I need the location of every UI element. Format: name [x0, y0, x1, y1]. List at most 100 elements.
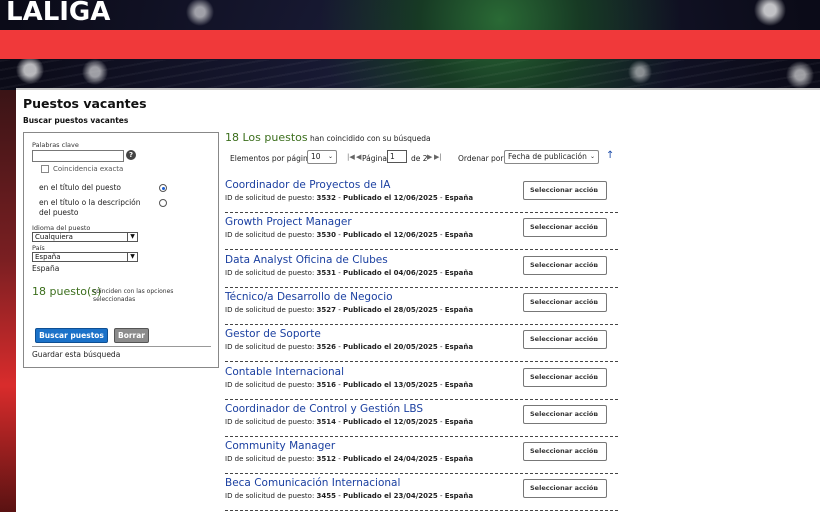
job-title-link[interactable]: Coordinador de Control y Gestión LBS — [225, 403, 423, 415]
job-title-link[interactable]: Data Analyst Oficina de Clubes — [225, 254, 388, 266]
chevron-down-icon: ⌄ — [593, 409, 599, 418]
job-id: 3527 — [316, 305, 337, 314]
job-title-link[interactable]: Growth Project Manager — [225, 216, 352, 228]
select-action-button[interactable]: Seleccionar acción ⌄ — [523, 330, 607, 350]
job-id: 3531 — [316, 268, 337, 277]
page-of: de 2 — [411, 154, 428, 163]
exact-match-checkbox[interactable] — [41, 165, 49, 173]
select-action-button[interactable]: Seleccionar acción ⌄ — [523, 255, 607, 275]
country-select-value: España — [35, 253, 61, 261]
language-label: Idioma del puesto — [32, 224, 91, 232]
job-title-link[interactable]: Community Manager — [225, 440, 335, 452]
select-action-label: Seleccionar acción — [530, 223, 599, 232]
job-meta: ID de solicitud de puesto: 3530 - Public… — [225, 231, 474, 240]
job-id-label: ID de solicitud de puesto: — [225, 194, 315, 202]
job-country: España — [444, 492, 474, 501]
next-page-icon[interactable]: ▶ — [427, 153, 432, 161]
page-input[interactable]: 1 — [387, 150, 407, 163]
job-id: 3532 — [316, 194, 337, 202]
first-page-icon[interactable]: |◀ — [347, 153, 355, 161]
job-published: Publicado el 12/05/2025 — [343, 417, 438, 426]
job-published: Publicado el 04/06/2025 — [343, 268, 438, 277]
job-row: Coordinador de Proyectos de IA ID de soli… — [225, 176, 618, 213]
chevron-down-icon: ⌄ — [593, 372, 599, 381]
job-row: Contable Internacional ID de solicitud de… — [225, 363, 618, 400]
search-jobs-button[interactable]: Buscar puestos — [35, 328, 108, 343]
job-id: 3514 — [316, 417, 337, 426]
job-row: Gestor de Soporte ID de solicitud de pues… — [225, 325, 618, 363]
job-published: Publicado el 24/04/2025 — [343, 455, 438, 464]
job-title-link[interactable]: Beca Comunicación Internacional — [225, 477, 400, 489]
chevron-down-icon: ⌄ — [593, 186, 599, 194]
header-red-bar — [0, 30, 820, 59]
last-page-icon[interactable]: ▶| — [434, 153, 442, 161]
chevron-down-icon: ▼ — [127, 253, 137, 261]
background-stripe-left — [0, 90, 16, 512]
help-icon[interactable]: ? — [126, 150, 136, 160]
results-count: 18 Los puestos — [225, 131, 308, 144]
job-meta: ID de solicitud de puesto: 3527 - Public… — [225, 305, 474, 314]
jobs-panel: Puestos vacantes Buscar puestos vacantes… — [16, 88, 820, 512]
prev-page-icon[interactable]: ◀ — [356, 153, 361, 161]
job-published: Publicado el 23/04/2025 — [343, 492, 438, 501]
laliga-logo[interactable]: LALIGA — [6, 0, 110, 27]
select-action-button[interactable]: Seleccionar acción ⌄ — [523, 479, 607, 499]
job-published: Publicado el 12/06/2025 — [343, 194, 438, 202]
page-title: Puestos vacantes — [23, 96, 147, 111]
job-country: España — [444, 343, 474, 352]
job-id: 3526 — [316, 343, 337, 352]
select-action-label: Seleccionar acción — [530, 484, 599, 493]
select-action-button[interactable]: Seleccionar acción ⌄ — [523, 367, 607, 387]
job-published: Publicado el 28/05/2025 — [343, 305, 438, 314]
select-action-label: Seleccionar acción — [530, 447, 599, 456]
search-in-title-radio[interactable] — [159, 184, 167, 192]
search-in-title-label: en el título del puesto — [39, 183, 122, 192]
select-action-button[interactable]: Seleccionar acción ⌄ — [523, 181, 607, 200]
chevron-down-icon: ⌄ — [593, 484, 599, 493]
job-id-label: ID de solicitud de puesto: — [225, 492, 315, 501]
country-select[interactable]: España ▼ — [32, 252, 138, 262]
job-row: Growth Project Manager ID de solicitud de… — [225, 213, 618, 251]
select-action-label: Seleccionar acción — [530, 186, 599, 194]
chevron-down-icon: ⌄ — [593, 297, 599, 306]
sort-direction-icon[interactable]: ↑ — [606, 150, 614, 161]
job-id-label: ID de solicitud de puesto: — [225, 305, 315, 314]
sort-select[interactable]: Fecha de publicación ⌄ — [504, 150, 599, 164]
job-title-link[interactable]: Coordinador de Proyectos de IA — [225, 179, 390, 191]
job-meta: ID de solicitud de puesto: 3526 - Public… — [225, 343, 474, 352]
save-search-link[interactable]: Guardar esta búsqueda — [32, 350, 120, 359]
chevron-down-icon: ⌄ — [593, 447, 599, 456]
per-page-select[interactable]: 10 ⌄ — [307, 150, 337, 164]
chevron-down-icon: ⌄ — [593, 223, 599, 232]
keywords-input[interactable] — [32, 150, 124, 162]
language-select-value: Cualquiera — [35, 233, 73, 241]
job-id-label: ID de solicitud de puesto: — [225, 380, 315, 389]
select-action-button[interactable]: Seleccionar acción ⌄ — [523, 218, 607, 238]
search-in-title-desc-radio[interactable] — [159, 199, 167, 207]
select-action-button[interactable]: Seleccionar acción ⌄ — [523, 404, 607, 424]
page-label: Página — [362, 154, 387, 163]
chevron-down-icon: ▼ — [127, 233, 137, 241]
job-title-link[interactable]: Gestor de Soporte — [225, 328, 321, 340]
chevron-down-icon: ⌄ — [593, 260, 599, 269]
select-action-label: Seleccionar acción — [530, 297, 599, 306]
clear-button[interactable]: Borrar — [114, 328, 149, 343]
job-meta: ID de solicitud de puesto: 3532 - Public… — [225, 194, 474, 202]
country-label: País — [32, 244, 45, 252]
job-meta: ID de solicitud de puesto: 3516 - Public… — [225, 380, 474, 389]
job-row: Community Manager ID de solicitud de pues… — [225, 437, 618, 475]
job-id-label: ID de solicitud de puesto: — [225, 417, 315, 426]
results-toolbar: Elementos por página 10 ⌄ |◀ ◀ Página 1 … — [225, 150, 625, 166]
select-action-label: Seleccionar acción — [530, 409, 599, 418]
job-country: España — [444, 380, 474, 389]
select-action-label: Seleccionar acción — [530, 260, 599, 269]
selected-country: España — [32, 264, 60, 273]
job-published: Publicado el 12/06/2025 — [343, 231, 438, 240]
select-action-button[interactable]: Seleccionar acción ⌄ — [523, 442, 607, 462]
job-meta: ID de solicitud de puesto: 3455 - Public… — [225, 492, 474, 501]
language-select[interactable]: Cualquiera ▼ — [32, 232, 138, 242]
job-country: España — [444, 231, 474, 240]
job-title-link[interactable]: Contable Internacional — [225, 366, 344, 378]
select-action-button[interactable]: Seleccionar acción ⌄ — [523, 292, 607, 312]
job-title-link[interactable]: Técnico/a Desarrollo de Negocio — [225, 291, 393, 303]
